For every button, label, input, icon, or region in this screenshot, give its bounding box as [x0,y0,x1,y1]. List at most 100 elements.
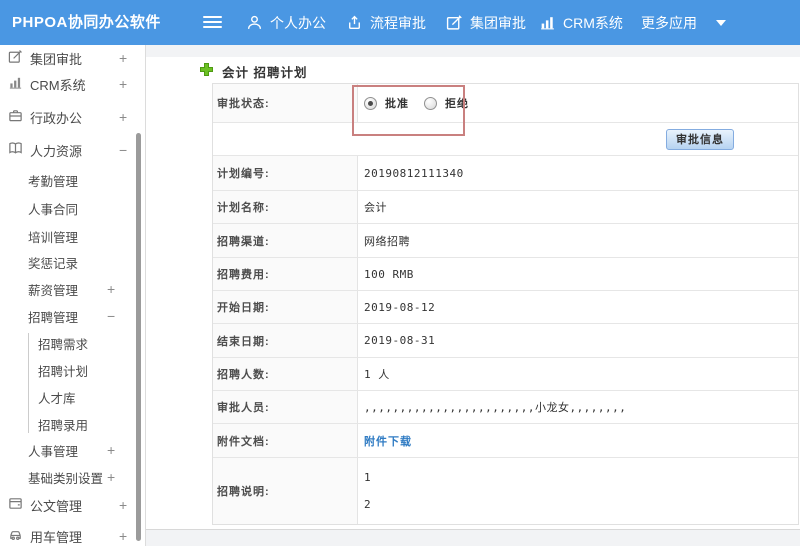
field-value: 100 RMB [364,267,414,281]
sidebar-item-label: 人事管理 [28,444,79,459]
approval-info-button[interactable]: 审批信息 [666,128,734,150]
sidebar-item-document-management[interactable]: 公文管理 + [0,494,145,516]
radio-reject-label: 拒绝 [445,98,469,110]
app-logo: PHPOA协同办公软件 [12,14,161,31]
expand-toggle[interactable]: + [107,281,115,297]
edit-icon [8,49,23,67]
content-panel: 会计 招聘计划 审批状态: 批准 拒绝 审批信息 计划编号: 201908121… [146,57,800,530]
field-value: 会计 [364,201,387,214]
field-label: 开始日期: [213,291,358,323]
sidebar-item-recruitment-hiring[interactable]: 招聘录用 [0,413,145,435]
edit-icon [446,14,463,31]
nav-crm-system[interactable]: CRM系统 [539,0,623,45]
field-row-end-date: 结束日期: 2019-08-31 [213,324,798,358]
expand-toggle[interactable]: + [119,76,127,92]
radio-approve[interactable] [364,96,377,110]
sidebar-item-label: 招聘需求 [38,337,89,352]
page-title-text: 会计 招聘计划 [222,65,308,80]
radio-reject[interactable] [424,96,437,110]
sidebar-item-human-resources[interactable]: 人力资源 − [0,139,145,161]
sidebar-item-label: 公文管理 [30,498,83,514]
sidebar-item-personnel-contract[interactable]: 人事合同 [0,197,145,219]
nav-workflow-approval[interactable]: 流程审批 [346,0,426,45]
field-label: 招聘费用: [213,258,358,290]
field-label: 审批人员: [213,391,358,423]
sidebar-item-label: 用车管理 [30,529,83,545]
bar-chart-icon [539,14,556,31]
sidebar-item-recruitment-demand[interactable]: 招聘需求 [0,332,145,354]
field-value: 20190812111340 [364,166,464,180]
sidebar-item-personnel-management[interactable]: 人事管理 + [0,439,145,461]
sidebar-item-label: 薪资管理 [28,283,79,298]
sidebar-item-label: 考勤管理 [28,174,79,189]
car-icon [8,527,23,545]
attachment-download-link[interactable]: 附件下载 [364,433,412,449]
sidebar-item-recruitment[interactable]: 招聘管理 − [0,305,145,327]
expand-toggle[interactable]: + [107,442,115,458]
nav-group-approval[interactable]: 集团审批 [446,0,526,45]
field-label: 审批状态: [213,84,358,122]
sidebar-item-basic-category-settings[interactable]: 基础类别设置 + [0,466,145,488]
field-label: 计划名称: [213,191,358,223]
field-value: 1 2 [358,458,798,524]
sidebar-item-crm-system[interactable]: CRM系统 + [0,73,145,95]
field-label: 附件文档: [213,424,358,457]
field-row-approvers: 审批人员: ,,,,,,,,,,,,,,,,,,,,,,,,小龙女,,,,,,,… [213,391,798,424]
sidebar-item-vehicle-management[interactable]: 用车管理 + [0,525,145,547]
field-row-headcount: 招聘人数: 1 人 [213,358,798,391]
field-row-description: 招聘说明: 1 2 [213,458,798,524]
nav-more-apps[interactable]: 更多应用 [641,0,726,45]
nav-label: CRM系统 [563,14,623,31]
field-value: 网络招聘 [364,234,410,248]
radio-approve-label: 批准 [385,98,409,110]
expand-toggle[interactable]: + [119,528,127,544]
app-header: PHPOA协同办公软件 个人办公 流程审批 集团审批 CRM系统 更多应用 [0,0,800,45]
sidebar-item-label: 招聘计划 [38,364,89,379]
hamburger-menu-icon[interactable] [203,16,222,29]
sidebar-item-label: 招聘录用 [38,418,89,433]
nav-label: 个人办公 [270,14,326,31]
user-icon [246,14,263,31]
field-row-start-date: 开始日期: 2019-08-12 [213,291,798,324]
sidebar-item-label: 奖惩记录 [28,256,79,271]
nav-personal-office[interactable]: 个人办公 [246,0,326,45]
field-label: 招聘说明: [213,458,358,524]
field-row-plan-number: 计划编号: 20190812111340 [213,156,798,191]
sidebar-item-label: 基础类别设置 [28,471,104,486]
main-area: 会计 招聘计划 审批状态: 批准 拒绝 审批信息 计划编号: 201908121… [146,45,800,546]
sidebar-item-admin-office[interactable]: 行政办公 + [0,106,145,128]
collapse-toggle[interactable]: − [107,308,115,324]
expand-toggle[interactable]: + [107,469,115,485]
field-row-recruit-cost: 招聘费用: 100 RMB [213,258,798,291]
field-label: 结束日期: [213,324,358,357]
sidebar-item-salary[interactable]: 薪资管理 + [0,278,145,300]
field-row-plan-name: 计划名称: 会计 [213,191,798,224]
collapse-toggle[interactable]: − [119,142,127,158]
field-label: 计划编号: [213,156,358,190]
detail-table: 审批状态: 批准 拒绝 审批信息 计划编号: 20190812111340 计划… [212,83,799,525]
nav-label: 流程审批 [370,14,426,31]
sidebar-scrollbar[interactable] [136,133,141,541]
field-label: 招聘渠道: [213,224,358,257]
sidebar-item-label: 行政办公 [30,110,83,126]
field-value: 1 人 [364,368,390,381]
expand-toggle[interactable]: + [119,497,127,513]
field-value: 附件下载 [358,424,798,457]
field-row-approval-status: 审批状态: 批准 拒绝 [213,84,798,123]
field-value: 2019-08-12 [364,300,436,314]
field-row-attachment: 附件文档: 附件下载 [213,424,798,458]
sidebar-item-label: 人事合同 [28,202,79,217]
field-row-recruit-channel: 招聘渠道: 网络招聘 [213,224,798,258]
sidebar-item-rewards-punishments[interactable]: 奖惩记录 [0,251,145,273]
sidebar-item-attendance[interactable]: 考勤管理 [0,169,145,191]
sidebar-item-label: 培训管理 [28,230,79,245]
sidebar-item-group-approval[interactable]: 集团审批 + [0,47,145,69]
expand-toggle[interactable]: + [119,50,127,66]
expand-toggle[interactable]: + [119,109,127,125]
field-label: 招聘人数: [213,358,358,390]
sidebar-item-recruitment-plan[interactable]: 招聘计划 [0,359,145,381]
approval-options: 批准 拒绝 [358,84,798,122]
share-icon [346,14,363,31]
sidebar-item-talent-pool[interactable]: 人才库 [0,386,145,408]
sidebar-item-training[interactable]: 培训管理 [0,225,145,247]
